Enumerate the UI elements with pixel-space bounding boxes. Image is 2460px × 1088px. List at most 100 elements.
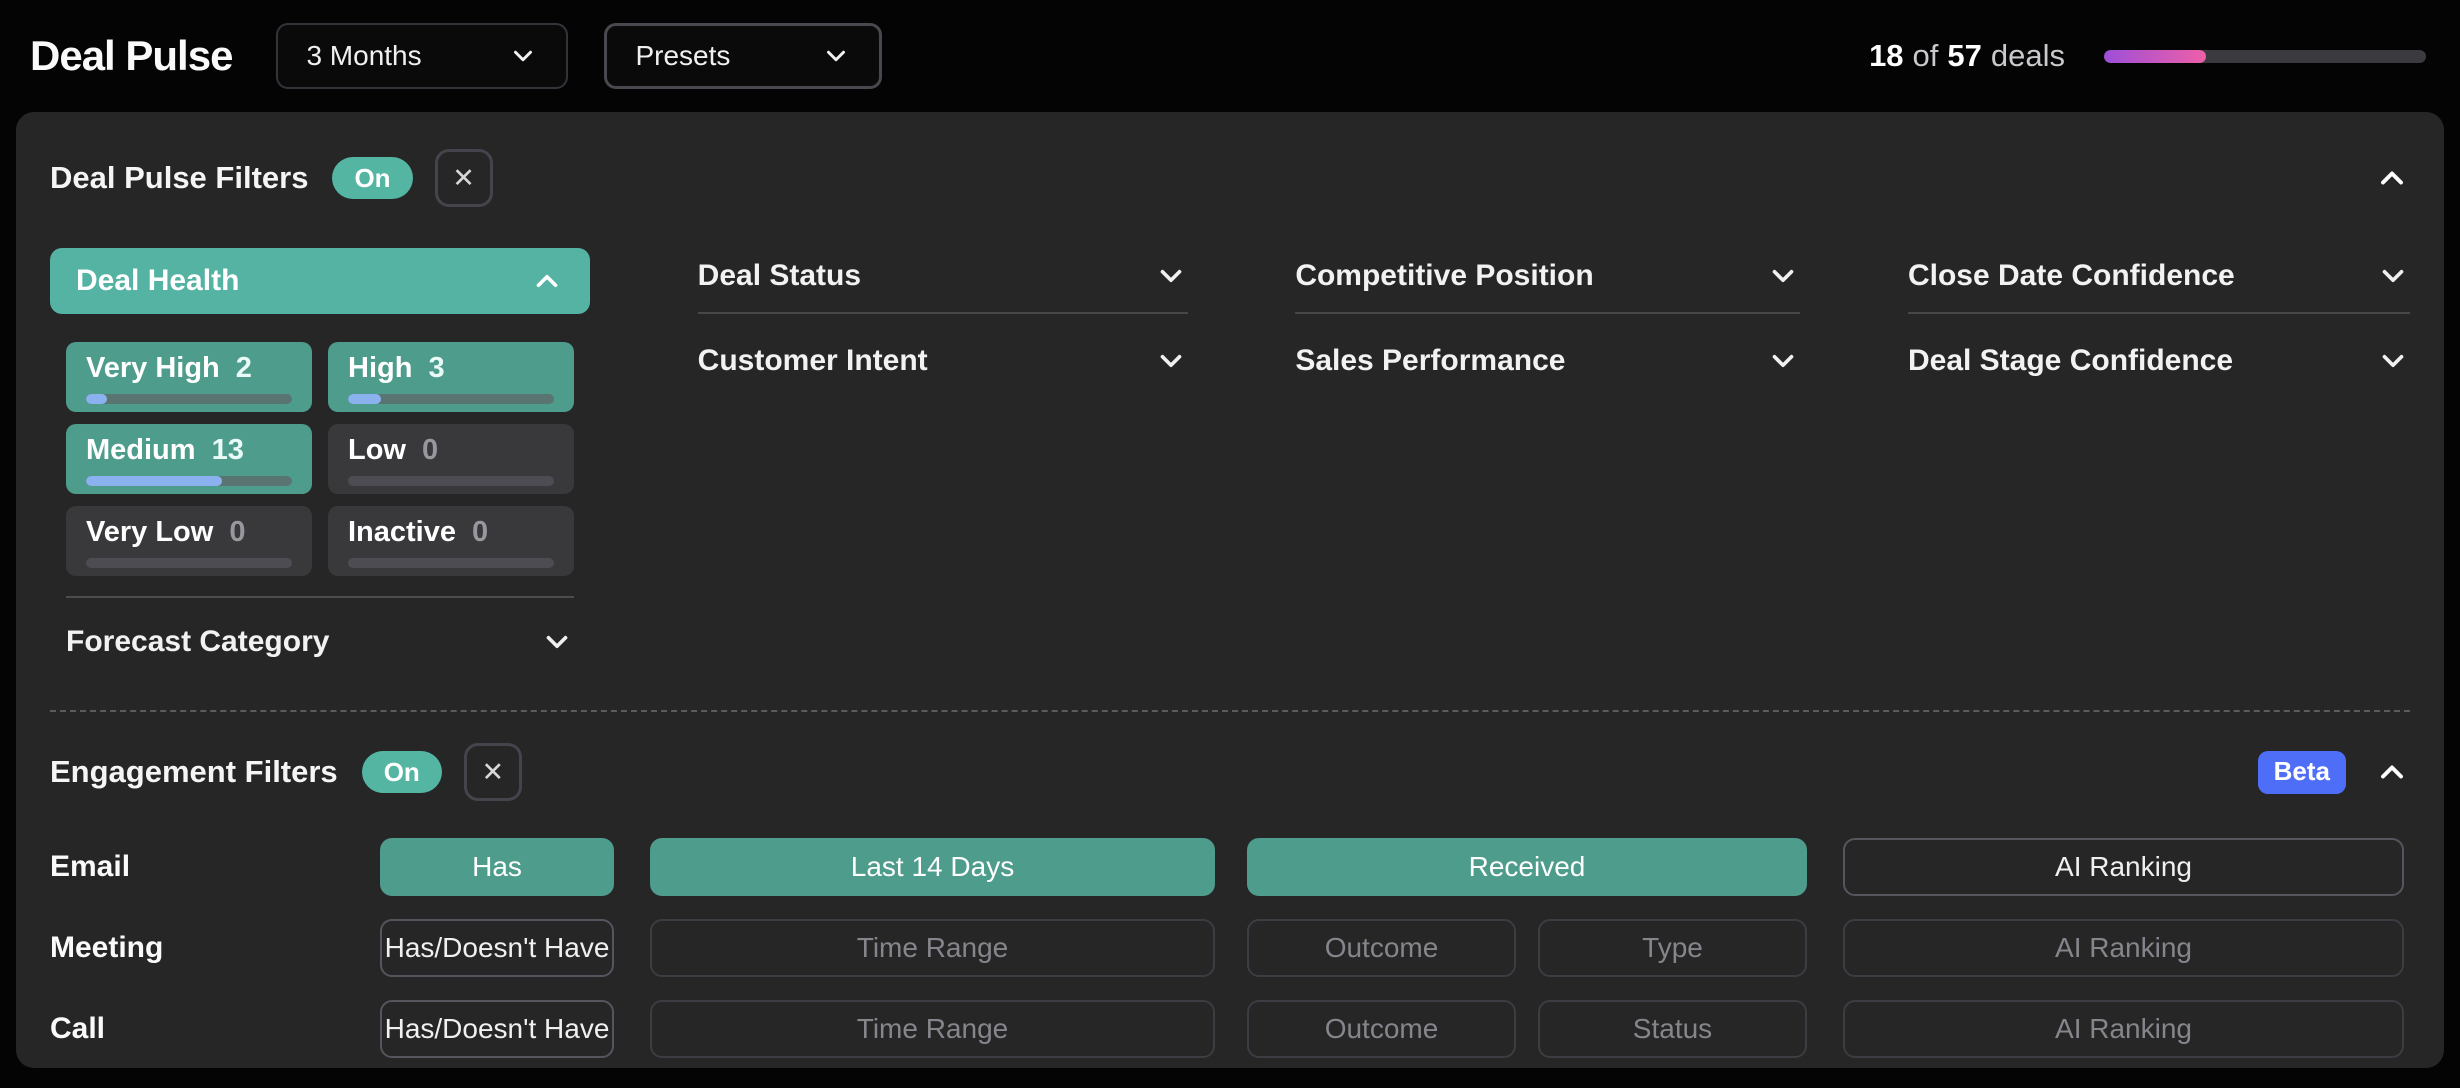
chevron-down-icon bbox=[540, 625, 574, 659]
deal-health-accordion[interactable]: Deal Health bbox=[50, 248, 590, 314]
divider bbox=[66, 596, 574, 598]
email-row: Email Has Last 14 Days Received AI Ranki… bbox=[50, 838, 2410, 896]
chevron-down-icon bbox=[1766, 344, 1800, 378]
engagement-filters-title: Engagement Filters bbox=[50, 754, 338, 790]
call-status-button[interactable]: Status bbox=[1538, 1000, 1807, 1058]
call-outcome-button[interactable]: Outcome bbox=[1247, 1000, 1516, 1058]
filters-panel: Deal Pulse Filters On ✕ Deal Health Very… bbox=[16, 112, 2444, 1068]
chevron-up-icon[interactable] bbox=[2374, 160, 2410, 196]
deal-health-option-medium[interactable]: Medium 13 bbox=[66, 424, 312, 494]
meeting-row: Meeting Has/Doesn't Have Time Range Outc… bbox=[50, 919, 2410, 977]
forecast-category-accordion[interactable]: Forecast Category bbox=[66, 620, 574, 664]
email-row-label: Email bbox=[50, 850, 380, 884]
meeting-row-label: Meeting bbox=[50, 931, 380, 965]
deal-health-options: Very High 2 High 3 Medium 13 bbox=[66, 342, 574, 576]
engagement-rows: Email Has Last 14 Days Received AI Ranki… bbox=[50, 838, 2410, 1058]
option-bar-fill bbox=[86, 476, 222, 486]
option-count: 3 bbox=[428, 352, 444, 385]
call-time-range-button[interactable]: Time Range bbox=[650, 1000, 1215, 1058]
chevron-down-icon bbox=[508, 41, 538, 71]
option-bar bbox=[86, 558, 292, 568]
close-date-confidence-accordion[interactable]: Close Date Confidence bbox=[1908, 248, 2410, 314]
competitive-position-accordion[interactable]: Competitive Position bbox=[1295, 248, 1800, 314]
option-label: Inactive bbox=[348, 516, 456, 549]
filters-column-4: Close Date Confidence Deal Stage Confide… bbox=[1908, 248, 2410, 394]
option-count: 13 bbox=[212, 434, 244, 467]
call-has-button[interactable]: Has/Doesn't Have bbox=[380, 1000, 614, 1058]
meeting-outcome-button[interactable]: Outcome bbox=[1247, 919, 1516, 977]
close-date-confidence-label: Close Date Confidence bbox=[1908, 259, 2235, 293]
email-direction-button[interactable]: Received bbox=[1247, 838, 1807, 896]
option-count: 2 bbox=[236, 352, 252, 385]
option-count: 0 bbox=[229, 516, 245, 549]
chevron-down-icon bbox=[821, 41, 851, 71]
chevron-down-icon bbox=[2376, 344, 2410, 378]
deal-pulse-filters-clear-button[interactable]: ✕ bbox=[435, 149, 493, 207]
customer-intent-label: Customer Intent bbox=[698, 344, 928, 378]
filters-column-3: Competitive Position Sales Performance bbox=[1295, 248, 1800, 394]
engagement-filters-header: Engagement Filters On ✕ Beta bbox=[50, 742, 2410, 802]
meeting-time-range-button[interactable]: Time Range bbox=[650, 919, 1215, 977]
option-bar-fill bbox=[348, 394, 381, 404]
sales-performance-accordion[interactable]: Sales Performance bbox=[1295, 328, 1800, 394]
email-ai-ranking-button[interactable]: AI Ranking bbox=[1843, 838, 2404, 896]
filters-column-2: Deal Status Customer Intent bbox=[698, 248, 1188, 394]
sales-performance-label: Sales Performance bbox=[1295, 344, 1565, 378]
meeting-has-button[interactable]: Has/Doesn't Have bbox=[380, 919, 614, 977]
time-range-dropdown[interactable]: 3 Months bbox=[276, 23, 568, 89]
option-label: High bbox=[348, 352, 412, 385]
deal-health-option-high[interactable]: High 3 bbox=[328, 342, 574, 412]
option-bar-fill bbox=[86, 394, 107, 404]
topbar: Deal Pulse 3 Months Presets 18 of 57 dea… bbox=[0, 0, 2460, 112]
deal-pulse-filters-title: Deal Pulse Filters bbox=[50, 160, 308, 196]
customer-intent-accordion[interactable]: Customer Intent bbox=[698, 328, 1188, 394]
deals-progress-fill bbox=[2104, 50, 2206, 63]
option-bar bbox=[86, 476, 292, 486]
deal-health-option-inactive[interactable]: Inactive 0 bbox=[328, 506, 574, 576]
engagement-filters-toggle[interactable]: On bbox=[362, 751, 442, 793]
deal-health-column: Deal Health Very High 2 High 3 bbox=[50, 248, 590, 664]
close-icon: ✕ bbox=[452, 163, 475, 194]
dashed-divider bbox=[50, 710, 2410, 712]
option-bar bbox=[348, 558, 554, 568]
deal-status-label: Deal Status bbox=[698, 259, 861, 293]
deal-pulse-filters-toggle[interactable]: On bbox=[332, 157, 412, 199]
chevron-down-icon bbox=[1766, 259, 1800, 293]
presets-value: Presets bbox=[635, 40, 730, 72]
forecast-category-label: Forecast Category bbox=[66, 625, 329, 659]
deal-pulse-filters-header: Deal Pulse Filters On ✕ bbox=[50, 148, 2410, 208]
chevron-up-icon[interactable] bbox=[2374, 754, 2410, 790]
email-time-range-button[interactable]: Last 14 Days bbox=[650, 838, 1215, 896]
meeting-type-button[interactable]: Type bbox=[1538, 919, 1807, 977]
option-count: 0 bbox=[472, 516, 488, 549]
deals-word: deals bbox=[1991, 38, 2065, 74]
deal-health-option-very-high[interactable]: Very High 2 bbox=[66, 342, 312, 412]
app-logo: Deal Pulse bbox=[30, 32, 232, 80]
deals-progress-bar bbox=[2104, 50, 2426, 63]
deals-of-word: of bbox=[1913, 38, 1939, 74]
beta-badge: Beta bbox=[2258, 751, 2346, 794]
time-range-value: 3 Months bbox=[306, 40, 421, 72]
deal-health-option-low[interactable]: Low 0 bbox=[328, 424, 574, 494]
option-count: 0 bbox=[422, 434, 438, 467]
competitive-position-label: Competitive Position bbox=[1295, 259, 1593, 293]
deal-stage-confidence-accordion[interactable]: Deal Stage Confidence bbox=[1908, 328, 2410, 394]
option-bar bbox=[86, 394, 292, 404]
deals-counter: 18 of 57 deals bbox=[1869, 38, 2074, 74]
option-bar bbox=[348, 394, 554, 404]
engagement-filters-clear-button[interactable]: ✕ bbox=[464, 743, 522, 801]
chevron-up-icon bbox=[530, 264, 564, 298]
deals-current: 18 bbox=[1869, 38, 1903, 74]
option-label: Medium bbox=[86, 434, 196, 467]
presets-dropdown[interactable]: Presets bbox=[604, 23, 882, 89]
call-ai-ranking-button[interactable]: AI Ranking bbox=[1843, 1000, 2404, 1058]
close-icon: ✕ bbox=[481, 757, 504, 788]
option-bar bbox=[348, 476, 554, 486]
meeting-ai-ranking-button[interactable]: AI Ranking bbox=[1843, 919, 2404, 977]
deal-status-accordion[interactable]: Deal Status bbox=[698, 248, 1188, 314]
chevron-down-icon bbox=[1154, 344, 1188, 378]
deals-total: 57 bbox=[1947, 38, 1981, 74]
filters-grid: Deal Health Very High 2 High 3 bbox=[50, 248, 2410, 664]
deal-health-option-very-low[interactable]: Very Low 0 bbox=[66, 506, 312, 576]
email-has-button[interactable]: Has bbox=[380, 838, 614, 896]
